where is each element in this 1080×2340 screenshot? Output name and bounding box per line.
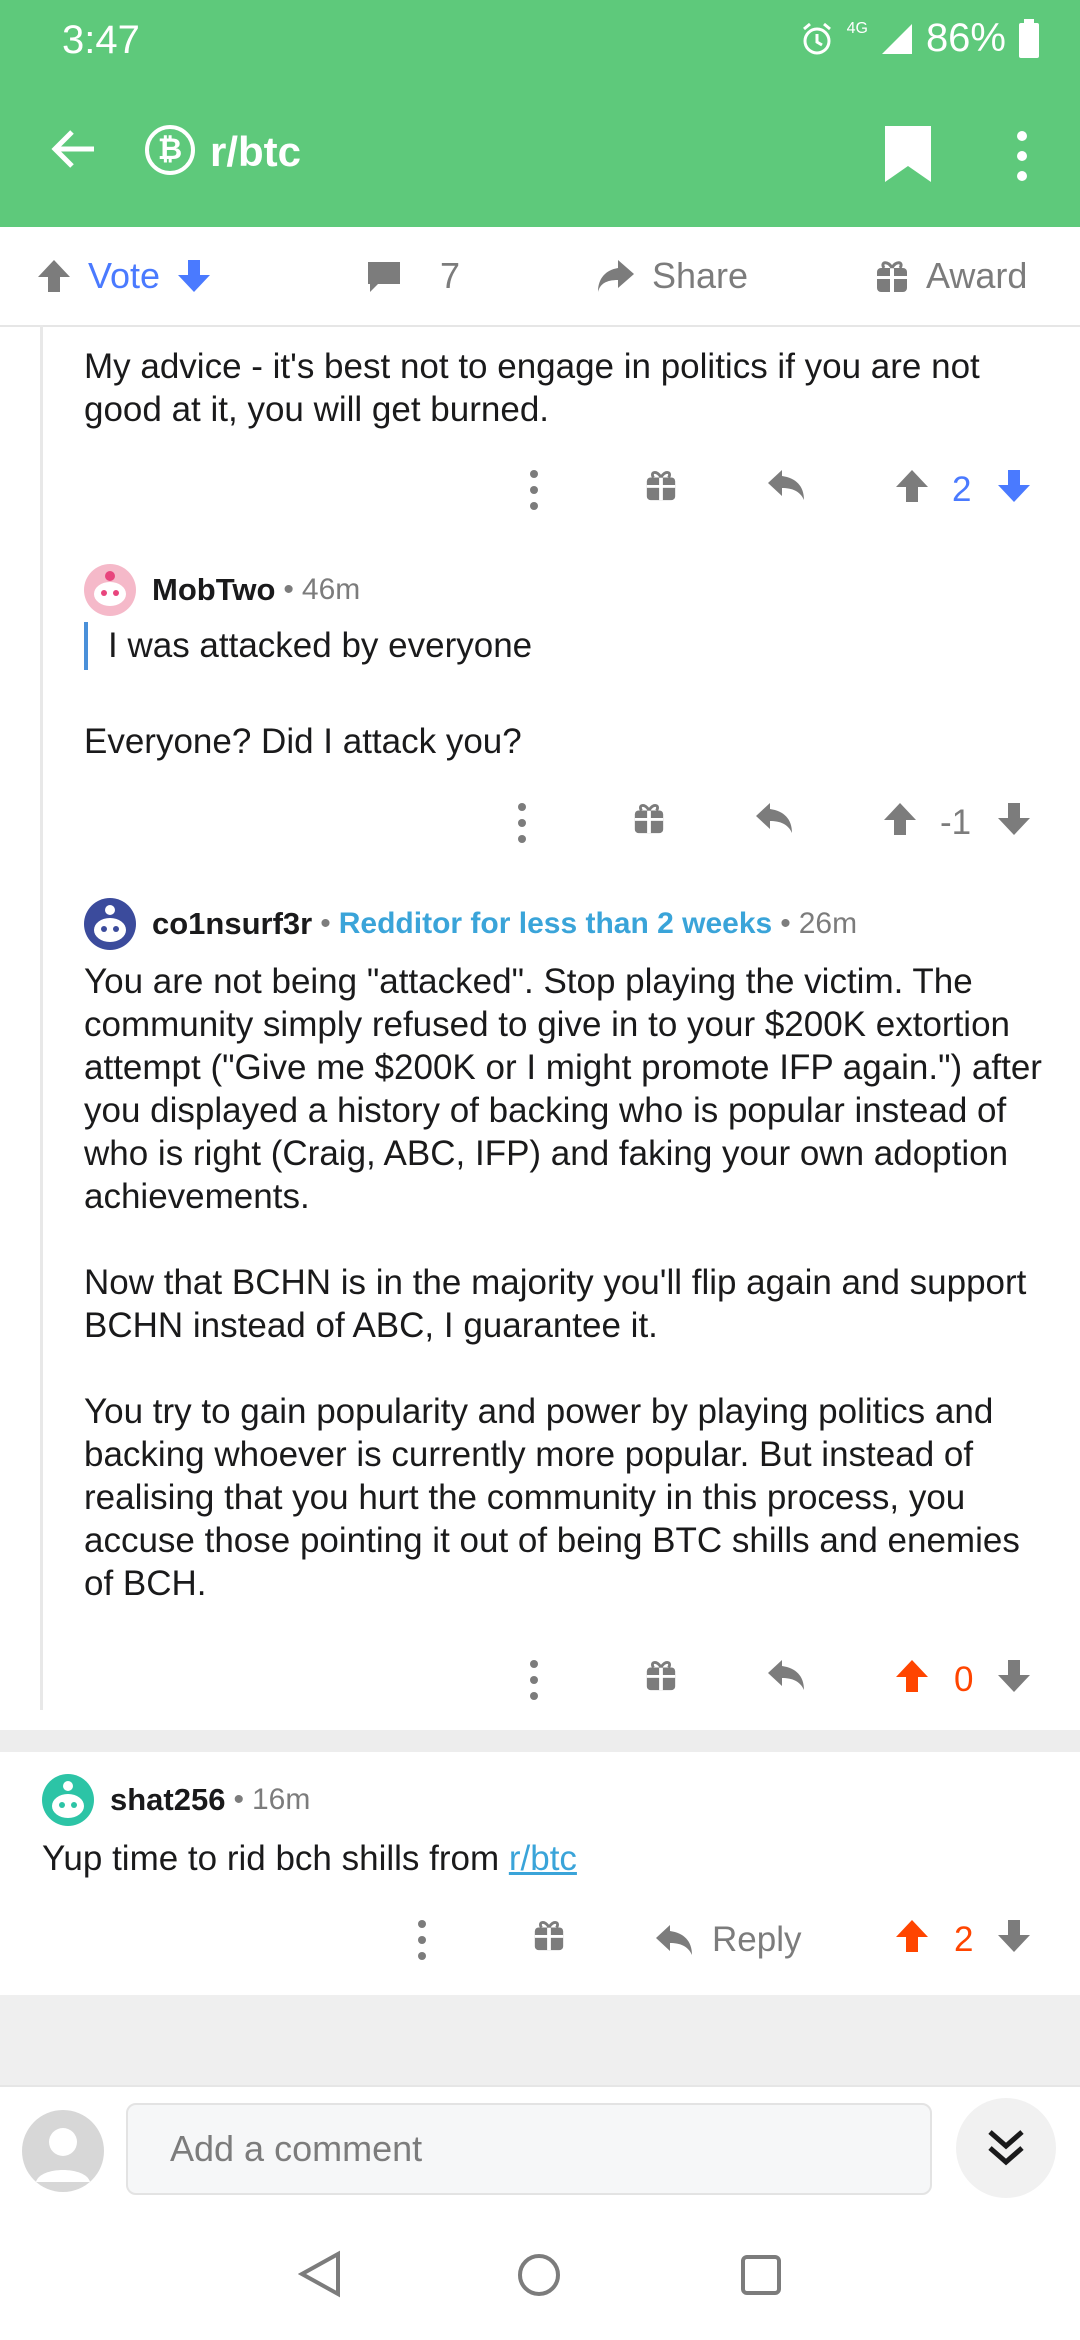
downvote-icon[interactable] (996, 1918, 1032, 1954)
signal-icon (881, 23, 912, 54)
snoo-avatar-icon (94, 571, 126, 606)
comment-actions: Reply 2 (408, 1910, 1040, 1970)
overflow-menu-icon[interactable] (1010, 128, 1034, 184)
downvote-icon[interactable] (996, 801, 1032, 837)
award-icon[interactable] (644, 1658, 678, 1692)
snoo-avatar-icon (52, 1781, 84, 1818)
alarm-icon (802, 22, 831, 54)
nav-back-icon[interactable] (298, 2250, 342, 2298)
reply-icon[interactable] (766, 468, 806, 502)
reply-icon[interactable] (754, 801, 794, 835)
upvote-icon[interactable] (894, 468, 930, 504)
nav-home-icon[interactable] (516, 2252, 562, 2298)
comment-icon (368, 262, 400, 292)
reply-label: Reply (712, 1920, 802, 1959)
vote-label: Vote (88, 255, 161, 296)
comment-body: Everyone? Did I attack you? (84, 722, 522, 761)
thread-line (40, 325, 43, 1710)
more-options-icon[interactable] (516, 801, 528, 845)
battery-percent: 86% (925, 16, 1006, 60)
comment-paragraph: You try to gain popularity and power by … (84, 1392, 1020, 1603)
post-action-bar: Vote 7 Share Award (0, 227, 1080, 327)
award-icon[interactable] (532, 1918, 566, 1952)
upvote-icon[interactable] (894, 1658, 930, 1694)
list-footer (0, 1995, 1080, 2085)
add-comment-input[interactable]: Add a comment (126, 2103, 932, 2195)
downvote-icon[interactable] (176, 258, 212, 294)
snoo-avatar-icon (94, 905, 126, 942)
back-arrow-icon[interactable] (48, 124, 98, 174)
comment-paragraph: You are not being "attacked". Stop playi… (84, 962, 1042, 1216)
comment-author[interactable]: shat256 (110, 1782, 225, 1818)
award-label: Award (926, 255, 1028, 296)
avatar[interactable] (42, 1774, 94, 1826)
subreddit-icon: ₿ (145, 125, 195, 175)
avatar[interactable] (84, 898, 136, 950)
reply-icon[interactable] (766, 1658, 806, 1692)
comment-time: 46m (301, 573, 361, 606)
comment-author[interactable]: MobTwo (152, 572, 275, 608)
comment-actions: 0 (520, 1650, 1040, 1710)
more-options-icon[interactable] (416, 1918, 428, 1962)
comment-score: 2 (954, 1920, 974, 1959)
gift-icon (877, 261, 907, 292)
comment-time: 16m (251, 1783, 311, 1816)
comment-count: 7 (440, 255, 461, 296)
share-icon (598, 260, 634, 292)
comment-quote: I was attacked by everyone (84, 622, 532, 670)
status-time: 3:47 (62, 18, 140, 62)
user-avatar[interactable] (22, 2110, 104, 2192)
award-button[interactable]: Award (874, 227, 1027, 325)
share-label: Share (652, 255, 749, 296)
system-nav-bar (0, 2220, 1080, 2340)
comment-paragraph: Now that BCHN is in the majority you'll … (84, 1263, 1027, 1345)
user-silhouette-icon (36, 2128, 90, 2182)
comments-button[interactable]: 7 (366, 227, 460, 325)
comment-meta: shat256 • 16m (42, 1774, 310, 1826)
downvote-icon[interactable] (996, 468, 1032, 504)
upvote-icon[interactable] (882, 801, 918, 837)
comment-actions: 2 (520, 460, 1040, 520)
upvote-icon[interactable] (36, 258, 72, 294)
more-options-icon[interactable] (528, 468, 540, 512)
battery-icon (1019, 18, 1039, 58)
comment-separator (0, 1730, 1080, 1752)
comment-score: 2 (952, 470, 972, 509)
comment-actions: -1 (508, 793, 1040, 853)
reply-icon (656, 1925, 692, 1955)
double-chevron-down-icon (988, 2130, 1024, 2166)
upvote-icon[interactable] (894, 1918, 930, 1954)
reply-button[interactable]: Reply (654, 1910, 801, 1970)
comment-author[interactable]: co1nsurf3r (152, 906, 312, 942)
share-button[interactable]: Share (596, 227, 748, 325)
comment-score: 0 (954, 1660, 974, 1699)
subreddit-link[interactable]: r/btc (509, 1839, 577, 1878)
comment-score: -1 (940, 803, 972, 842)
comment-time: 26m (798, 907, 858, 940)
user-flair: Redditor for less than 2 weeks (338, 907, 773, 940)
comment-meta: MobTwo • 46m (84, 564, 360, 616)
network-label: 4G (846, 20, 868, 37)
comment-text: Yup time to rid bch shills from (42, 1839, 509, 1878)
comment-meta: co1nsurf3r • Redditor for less than 2 we… (84, 898, 857, 950)
downvote-icon[interactable] (996, 1658, 1032, 1694)
more-options-icon[interactable] (528, 1658, 540, 1702)
vote-group: Vote (36, 227, 212, 325)
comment-body: My advice - it's best not to engage in p… (84, 347, 980, 429)
bookmark-icon[interactable] (885, 126, 931, 182)
comment-body: Yup time to rid bch shills from r/btc (42, 1837, 577, 1880)
comment-body: You are not being "attacked". Stop playi… (84, 960, 1054, 1605)
app-header: 3:47 4G 86% ₿ r/btc (0, 0, 1080, 227)
collapse-button[interactable] (956, 2098, 1056, 2198)
award-icon[interactable] (644, 468, 678, 502)
subreddit-name[interactable]: r/btc (210, 128, 301, 176)
award-icon[interactable] (632, 801, 666, 835)
status-icons: 4G 86% (799, 16, 1040, 61)
nav-recents-icon[interactable] (740, 2254, 782, 2296)
avatar[interactable] (84, 564, 136, 616)
